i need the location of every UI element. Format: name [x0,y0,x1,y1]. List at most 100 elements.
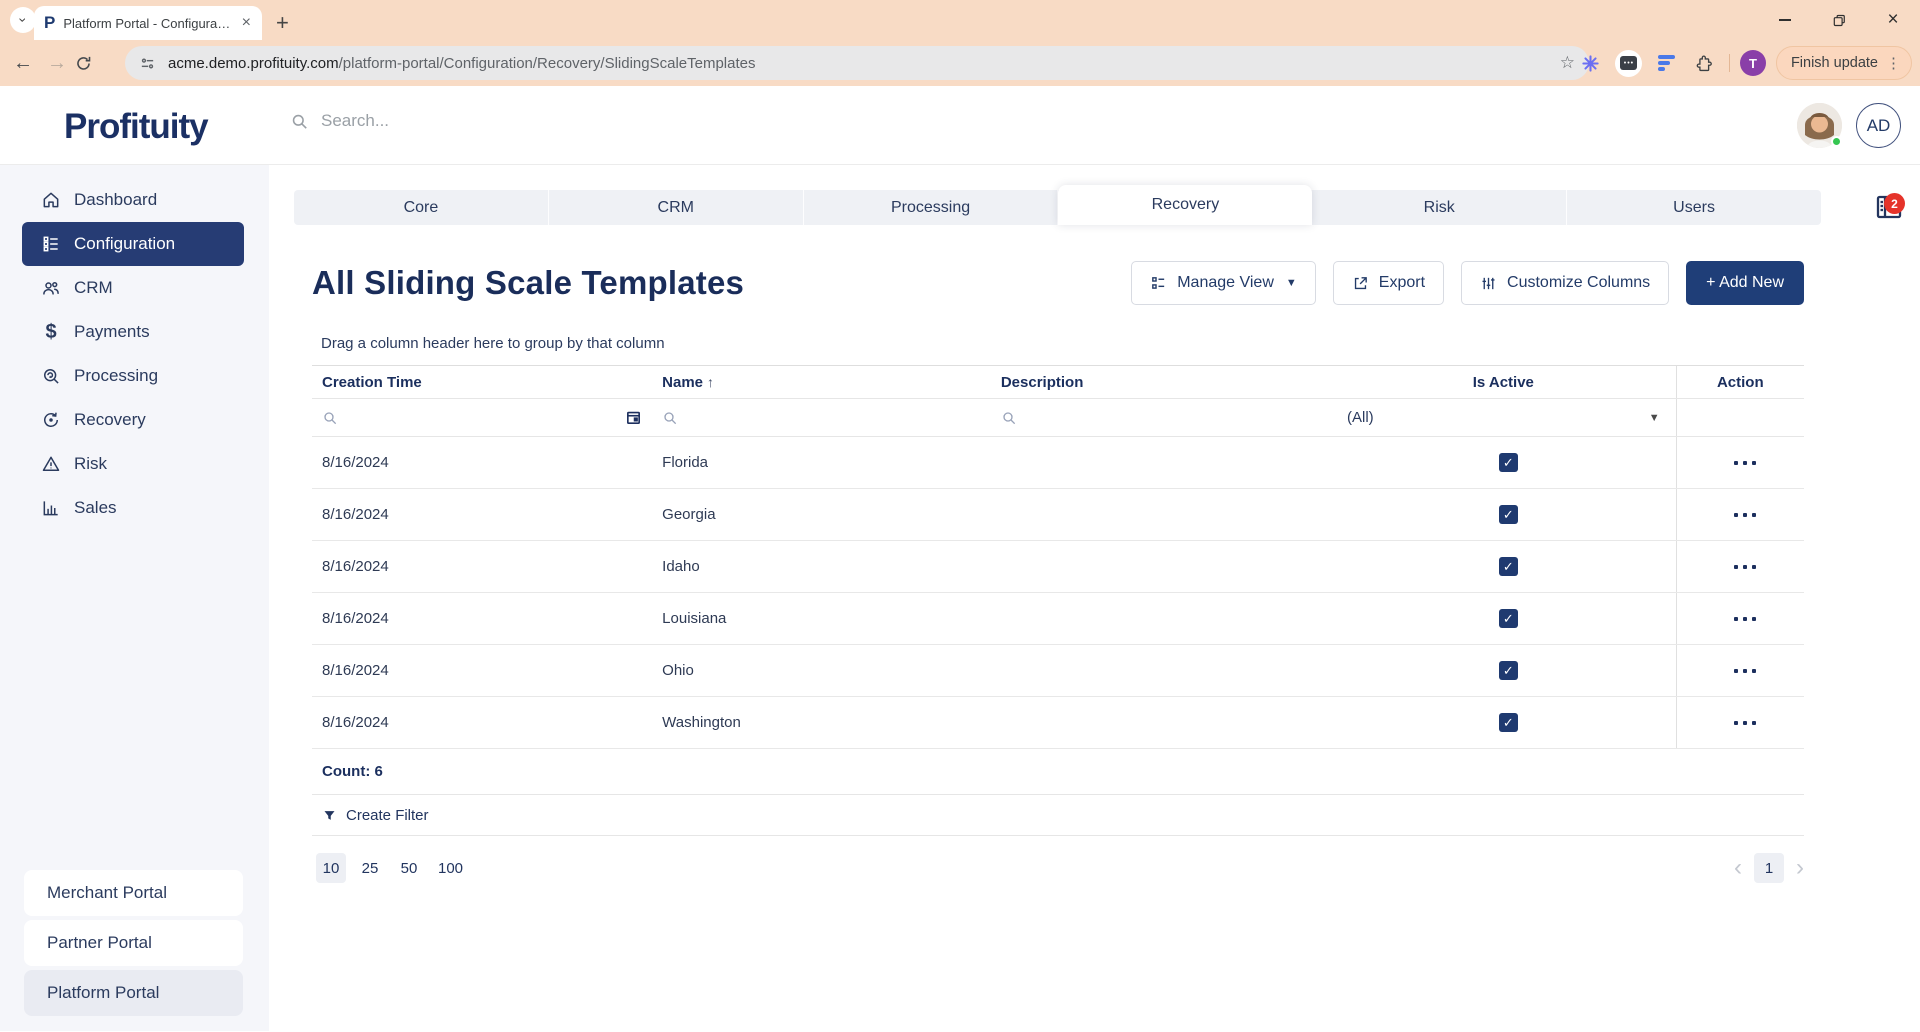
page-size-25[interactable]: 25 [355,853,385,883]
current-page-number[interactable]: 1 [1754,853,1784,883]
name-filter-input[interactable] [686,410,981,426]
tab-recovery[interactable]: Recovery [1058,185,1312,225]
merchant-portal-button[interactable]: Merchant Portal [24,870,243,916]
is-active-filter-select[interactable]: (All) ▼ [1331,409,1676,426]
row-actions-menu[interactable] [1687,565,1804,569]
customize-columns-button[interactable]: Customize Columns [1461,261,1669,305]
previous-page-chevron[interactable]: ‹ [1734,856,1742,880]
templates-grid: Creation Time Name↑ Description Is Activ… [312,365,1804,900]
sidebar-item-payments[interactable]: $ Payments [22,310,244,354]
forward-button[interactable]: → [40,52,74,75]
is-active-checkbox[interactable]: ✓ [1499,661,1518,680]
sidebar-item-label: Risk [74,454,107,474]
finish-update-button[interactable]: Finish update ⋮ [1776,46,1912,80]
tab-users[interactable]: Users [1567,190,1821,225]
column-header-name[interactable]: Name↑ [652,374,991,391]
row-actions-menu[interactable] [1687,461,1804,465]
table-row[interactable]: 8/16/2024 Louisiana ✓ [312,593,1804,645]
right-panel-toggle[interactable]: 2 [1873,185,1907,223]
pager: ‹ 1 › [1734,853,1804,883]
reload-icon [74,54,93,73]
customize-columns-icon [1480,275,1497,292]
sidebar-item-risk[interactable]: Risk [22,442,244,486]
is-active-checkbox[interactable]: ✓ [1499,713,1518,732]
app-header: Profituity AD [0,86,1920,165]
page-size-50[interactable]: 50 [394,853,424,883]
column-header-creation-time[interactable]: Creation Time [312,374,652,391]
platform-portal-button[interactable]: Platform Portal [24,970,243,1016]
column-header-description[interactable]: Description [991,374,1331,391]
creation-time-filter-input[interactable] [346,410,617,426]
tab-crm[interactable]: CRM [549,190,804,225]
is-active-checkbox[interactable]: ✓ [1499,609,1518,628]
online-status-dot [1831,136,1842,147]
browser-profile-avatar[interactable]: T [1740,50,1766,76]
sidebar-item-crm[interactable]: CRM [22,266,244,310]
column-header-is-active[interactable]: Is Active [1331,374,1676,391]
filter-extension-icon[interactable] [1653,49,1681,77]
calendar-icon[interactable] [625,409,642,426]
create-filter-button[interactable]: Create Filter [312,795,1804,836]
table-row[interactable]: 8/16/2024 Georgia ✓ [312,489,1804,541]
next-page-chevron[interactable]: › [1796,856,1804,880]
tab-core[interactable]: Core [294,190,549,225]
table-row[interactable]: 8/16/2024 Florida ✓ [312,437,1804,489]
browser-tabstrip: › P Platform Portal - Configuration × + … [0,0,1920,40]
back-button[interactable]: ← [6,52,40,75]
search-icon [662,410,678,426]
row-actions-menu[interactable] [1687,617,1804,621]
tab-close-icon[interactable]: × [239,15,254,31]
sidebar-item-recovery[interactable]: Recovery [22,398,244,442]
url-text[interactable]: acme.demo.profituity.com/platform-portal… [168,55,1548,72]
configuration-icon [40,233,62,255]
restore-button[interactable] [1812,0,1866,40]
sidebar-item-sales[interactable]: Sales [22,486,244,530]
profituity-logo[interactable]: Profituity [64,107,208,147]
account-initials-badge[interactable]: AD [1856,103,1901,148]
reload-button[interactable] [74,54,108,73]
is-active-checkbox[interactable]: ✓ [1499,505,1518,524]
bookmark-star-icon[interactable]: ☆ [1560,53,1575,73]
add-new-button[interactable]: + Add New [1686,261,1804,305]
sidebar-item-processing[interactable]: Processing [22,354,244,398]
description-filter-input[interactable] [1025,410,1321,426]
export-button[interactable]: Export [1333,261,1444,305]
config-tabbar: Core CRM Processing Recovery Risk Users [294,190,1821,225]
table-row[interactable]: 8/16/2024 Ohio ✓ [312,645,1804,697]
tab-search-chevron-icon[interactable]: › [10,7,36,33]
group-by-hint[interactable]: Drag a column header here to group by th… [321,335,1821,352]
browser-menu-kebab-icon[interactable]: ⋮ [1886,54,1901,72]
sidebar-item-configuration[interactable]: Configuration [22,222,244,266]
page-size-selector: 10 25 50 100 [312,853,468,883]
partner-portal-button[interactable]: Partner Portal [24,920,243,966]
search-input[interactable] [321,111,741,131]
browser-window: › P Platform Portal - Configuration × + … [0,0,1920,1032]
page-size-10[interactable]: 10 [316,853,346,883]
spark-extension-icon[interactable] [1577,49,1605,77]
sidebar-item-label: Recovery [74,410,146,430]
minimize-button[interactable] [1758,0,1812,40]
row-actions-menu[interactable] [1687,721,1804,725]
url-bar[interactable]: acme.demo.profituity.com/platform-portal… [125,46,1589,80]
filter-funnel-icon [322,808,337,823]
page-size-100[interactable]: 100 [433,853,468,883]
close-button[interactable]: × [1866,0,1920,40]
table-row[interactable]: 8/16/2024 Washington ✓ [312,697,1804,749]
extensions-puzzle-icon[interactable] [1691,49,1719,77]
browser-tab[interactable]: P Platform Portal - Configuration × [34,6,262,40]
new-tab-button[interactable]: + [276,12,289,34]
tab-risk[interactable]: Risk [1312,190,1567,225]
chevron-down-icon: ▼ [1649,412,1660,424]
notification-badge: 2 [1884,193,1905,214]
is-active-checkbox[interactable]: ✓ [1499,453,1518,472]
sidebar-item-label: Configuration [74,234,175,254]
page-title: All Sliding Scale Templates [312,264,744,302]
tab-processing[interactable]: Processing [804,190,1059,225]
table-row[interactable]: 8/16/2024 Idaho ✓ [312,541,1804,593]
is-active-checkbox[interactable]: ✓ [1499,557,1518,576]
row-actions-menu[interactable] [1687,669,1804,673]
sidebar-item-dashboard[interactable]: Dashboard [22,178,244,222]
row-actions-menu[interactable] [1687,513,1804,517]
password-manager-extension-icon[interactable]: ••• [1615,49,1643,77]
manage-view-button[interactable]: Manage View▼ [1131,261,1316,305]
